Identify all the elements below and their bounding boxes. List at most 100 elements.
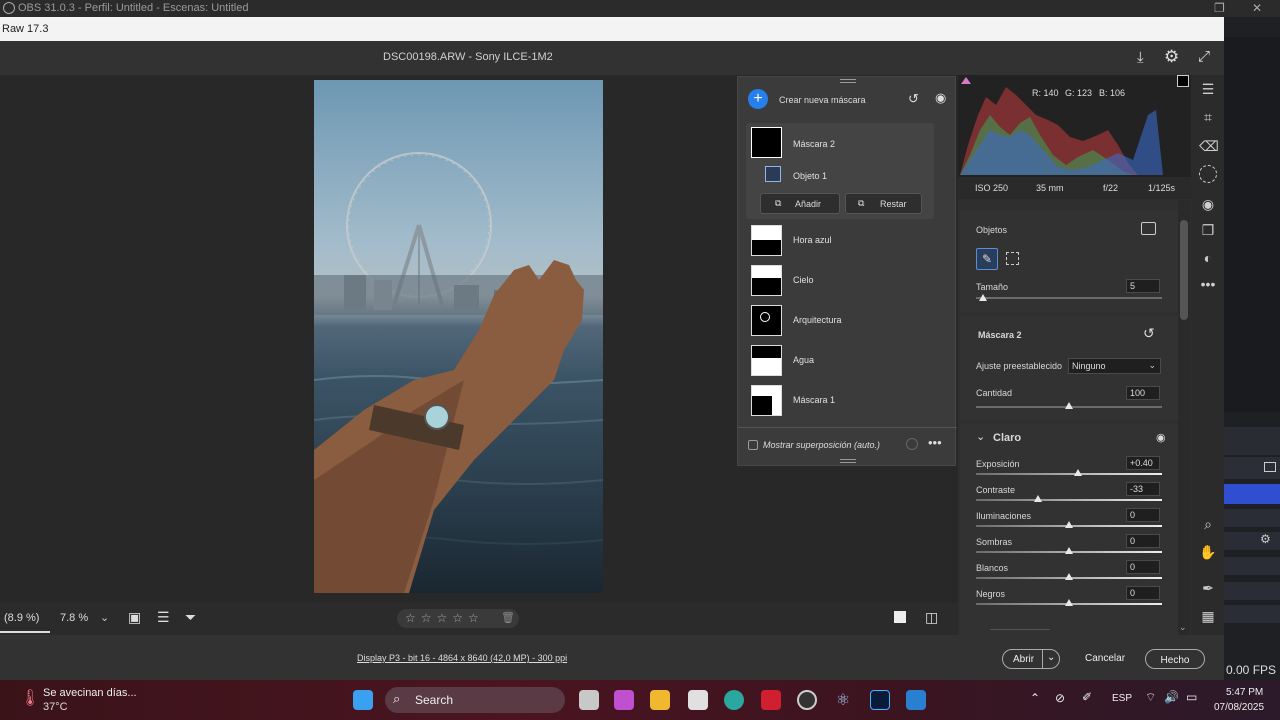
scroll-down-icon[interactable]: ⌄	[1179, 622, 1187, 633]
obs-control-2[interactable]	[1224, 532, 1280, 550]
restore-icon[interactable]: ❐	[1214, 1, 1225, 15]
size-slider-thumb[interactable]	[979, 294, 987, 301]
mask-item[interactable]: Agua	[738, 342, 957, 382]
slider-value-input[interactable]: 0	[1126, 560, 1160, 574]
slider-value-input[interactable]: -33	[1126, 482, 1160, 496]
subtract-button[interactable]: ⧉ Restar	[845, 193, 922, 214]
battery-icon[interactable]: ▭	[1186, 690, 1197, 704]
save-icon[interactable]: ⤓	[1137, 49, 1144, 66]
eyedropper-icon[interactable]: ✒	[1199, 579, 1217, 597]
amount-input[interactable]: 100	[1126, 386, 1160, 400]
slider-value-input[interactable]: 0	[1126, 508, 1160, 522]
open-chevron-icon[interactable]: ⌄	[1047, 652, 1055, 663]
eye-icon[interactable]: ◉	[935, 90, 946, 106]
weather-icon[interactable]: 🌡	[20, 688, 40, 708]
reset-icon[interactable]: ↺	[908, 91, 919, 107]
slider-thumb[interactable]	[1074, 469, 1082, 476]
wps-icon[interactable]	[761, 690, 781, 710]
search-box[interactable]: ⌕ Search	[385, 687, 565, 713]
slider-value-input[interactable]: +0.40	[1126, 456, 1160, 470]
taskview-icon[interactable]	[579, 690, 599, 710]
open-button[interactable]: Abrir	[1013, 654, 1034, 665]
zoom-value[interactable]: 7.8 %	[60, 612, 88, 624]
slider-thumb[interactable]	[1065, 599, 1073, 606]
obs-taskbar-icon[interactable]	[797, 690, 817, 710]
filter-icon[interactable]: ⏷	[185, 609, 196, 626]
add-mask-icon[interactable]: +	[748, 89, 768, 109]
weather-text[interactable]: Se avecinan días...	[43, 687, 137, 699]
drag-handle-bottom[interactable]	[840, 459, 856, 463]
slider-track[interactable]	[976, 499, 1162, 501]
edge-icon[interactable]	[724, 690, 744, 710]
mask-item[interactable]: Máscara 1	[738, 382, 957, 422]
obs-control-3[interactable]	[1224, 557, 1280, 575]
store-icon[interactable]	[688, 690, 708, 710]
zoom-icon[interactable]: ⌕	[1199, 515, 1217, 533]
obs-control-5[interactable]	[1224, 605, 1280, 623]
clock-date[interactable]: 07/08/2025	[1214, 702, 1264, 713]
mask-item[interactable]: Hora azul	[738, 222, 957, 262]
redeye-icon[interactable]: ◉	[1199, 195, 1217, 213]
cancel-button[interactable]: Cancelar	[1085, 653, 1125, 664]
slider-thumb[interactable]	[1034, 495, 1042, 502]
create-mask-label[interactable]: Crear nueva máscara	[779, 95, 866, 105]
slider-track[interactable]	[976, 473, 1162, 475]
slider-thumb[interactable]	[1065, 547, 1073, 554]
size-input[interactable]: 5	[1126, 279, 1160, 293]
react-icon[interactable]: ⚛	[833, 690, 853, 710]
obs-gear-icon[interactable]: ⚙	[1260, 532, 1271, 546]
overlay-checkbox[interactable]	[748, 440, 758, 450]
more-icon[interactable]: •••	[928, 435, 942, 450]
copilot-icon[interactable]	[614, 690, 634, 710]
slider-thumb[interactable]	[1065, 573, 1073, 580]
chevron-down-icon[interactable]: ⌄	[976, 430, 985, 443]
rect-select-icon[interactable]	[1006, 252, 1019, 265]
obs-control-4[interactable]	[1224, 582, 1280, 600]
obs-active-button[interactable]	[1224, 484, 1280, 504]
gear-icon[interactable]: ⚙	[1164, 47, 1179, 67]
eraser-icon[interactable]: ⌫	[1199, 137, 1219, 155]
more-tools-icon[interactable]: •••	[1199, 275, 1217, 293]
slider-thumb[interactable]	[1065, 521, 1073, 528]
scrollbar-thumb[interactable]	[1180, 220, 1188, 320]
image-icon[interactable]: ▣	[128, 609, 141, 626]
explorer-icon[interactable]	[650, 690, 670, 710]
slider-value-input[interactable]: 0	[1126, 534, 1160, 548]
presets-icon[interactable]: ❒	[1199, 221, 1217, 239]
start-icon[interactable]	[353, 690, 373, 710]
compare-view-icon[interactable]: ◫	[925, 609, 938, 626]
wifi-icon[interactable]: ⌔	[1145, 690, 1156, 705]
workflow-options-link[interactable]: Display P3 - bit 16 - 4864 x 8640 (42,0 …	[357, 653, 567, 663]
clock-time[interactable]: 5:47 PM	[1226, 687, 1263, 698]
media-icon[interactable]	[906, 690, 926, 710]
overlay-color-icon[interactable]	[906, 438, 918, 450]
mic-muted-icon[interactable]: ⊘	[1055, 691, 1065, 705]
pen-icon[interactable]: ✐	[1082, 690, 1092, 704]
mask-tool-icon[interactable]	[1199, 165, 1217, 183]
panel-scrollbar[interactable]: ⌄	[1178, 200, 1190, 635]
drag-handle[interactable]	[840, 79, 856, 83]
slider-value-input[interactable]: 0	[1126, 586, 1160, 600]
obs-popout-icon[interactable]	[1264, 462, 1276, 472]
brush-select-icon[interactable]: ✎	[976, 248, 998, 270]
zoom-chevron-icon[interactable]: ⌄	[100, 611, 109, 624]
star-rating-icon[interactable]: ☆☆☆☆☆	[405, 611, 484, 625]
trash-icon[interactable]: 🗑	[501, 611, 515, 624]
obs-control-1[interactable]	[1224, 509, 1280, 527]
preset-dropdown[interactable]: Ninguno ⌄	[1068, 358, 1161, 374]
single-view-icon[interactable]	[894, 611, 906, 623]
tray-chevron-icon[interactable]: ⌃	[1030, 691, 1040, 705]
invert-mask-icon[interactable]	[1141, 222, 1156, 235]
add-button[interactable]: ⧉ Añadir	[760, 193, 840, 214]
zoom-fit[interactable]: (8.9 %)	[4, 612, 39, 624]
photo-preview[interactable]	[314, 80, 603, 593]
done-button[interactable]: Hecho	[1145, 649, 1205, 669]
grid-icon[interactable]: ▦	[1199, 607, 1217, 625]
amount-slider-thumb[interactable]	[1065, 402, 1073, 409]
size-slider-track[interactable]	[976, 297, 1162, 299]
adjust-sliders-icon[interactable]: ☰	[1199, 80, 1217, 98]
mask-item[interactable]: Arquitectura	[738, 302, 957, 342]
crop-icon[interactable]: ⌗	[1199, 108, 1217, 126]
sort-icon[interactable]: ☰	[157, 609, 170, 626]
mask-item[interactable]: Cielo	[738, 262, 957, 302]
